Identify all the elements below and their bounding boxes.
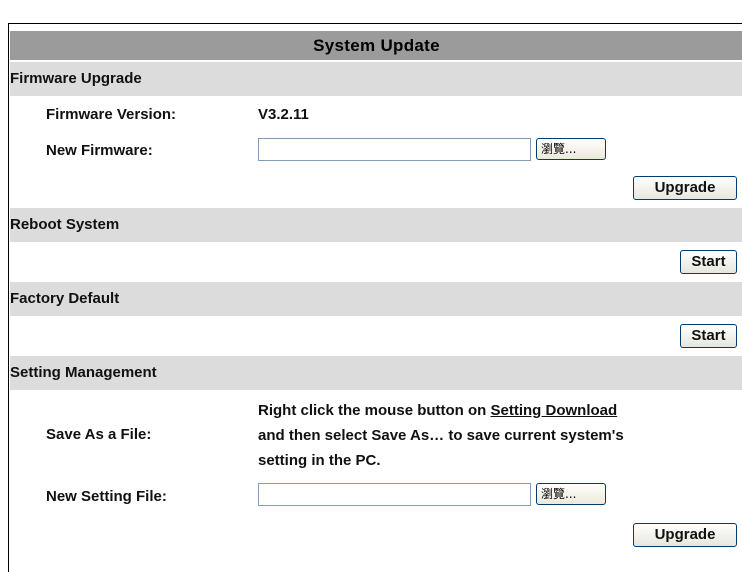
firmware-version-label: Firmware Version: (46, 106, 177, 123)
section-header-factory-default: Factory Default (10, 282, 742, 316)
firmware-browse-button[interactable]: 瀏覽... (536, 138, 606, 160)
instruction-prefix: Right click the mouse button on (258, 402, 491, 419)
page-title: System Update (10, 31, 742, 60)
section-header-reboot-system: Reboot System (10, 208, 742, 242)
new-setting-file-input[interactable] (258, 483, 531, 506)
firmware-upgrade-button[interactable]: Upgrade (633, 176, 737, 200)
new-firmware-label: New Firmware: (46, 142, 153, 159)
instruction-line-2: and then select Save As… to save current… (258, 427, 624, 444)
new-setting-file-label: New Setting File: (46, 488, 167, 505)
factory-default-start-button[interactable]: Start (680, 324, 737, 348)
system-update-panel: System Update Firmware Upgrade Firmware … (8, 23, 742, 572)
section-header-firmware-upgrade: Firmware Upgrade (10, 62, 742, 96)
save-as-file-label: Save As a File: (46, 426, 152, 443)
setting-upgrade-button[interactable]: Upgrade (633, 523, 737, 547)
section-header-setting-management: Setting Management (10, 356, 742, 390)
firmware-version-value: V3.2.11 (258, 106, 309, 123)
setting-download-link[interactable]: Setting Download (491, 402, 618, 419)
save-instructions: Right click the mouse button on Setting … (258, 398, 738, 473)
setting-browse-button[interactable]: 瀏覽... (536, 483, 606, 505)
new-firmware-file-input[interactable] (258, 138, 531, 161)
reboot-start-button[interactable]: Start (680, 250, 737, 274)
instruction-line-3: setting in the PC. (258, 452, 381, 469)
